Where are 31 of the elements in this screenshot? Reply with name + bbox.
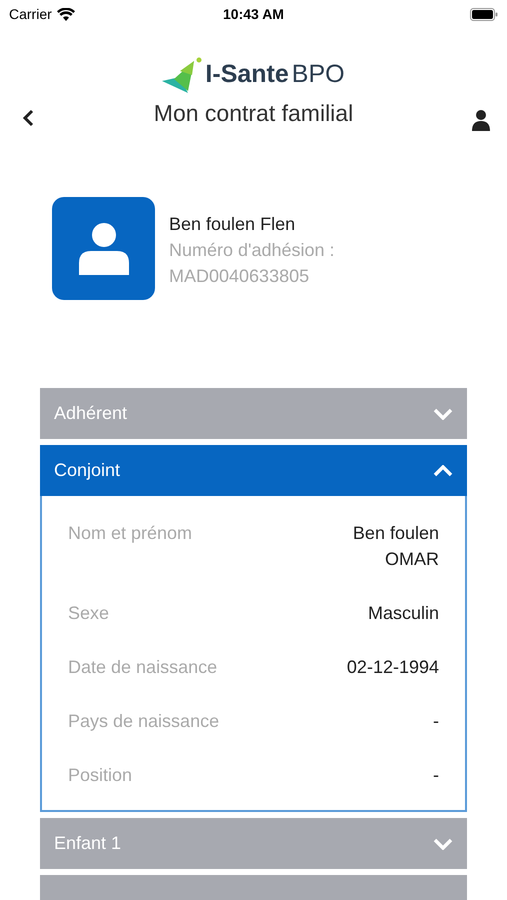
chevron-left-icon: [22, 109, 34, 127]
brand-suffix: BPO: [292, 59, 345, 90]
membership-number-label: Numéro d'adhésion :: [169, 239, 335, 262]
field-value: Masculin: [368, 602, 439, 625]
chevron-down-icon: [433, 838, 453, 850]
leaf-logo-icon: [162, 56, 202, 93]
section-header[interactable]: Adhérent: [40, 388, 467, 439]
section-header[interactable]: Conjoint: [40, 445, 467, 496]
wifi-icon: [56, 8, 75, 20]
field-label: Pays de naissance: [68, 710, 220, 733]
chevron-up-icon: [433, 464, 453, 476]
field-value: -: [433, 710, 439, 733]
membership-number: MAD0040633805: [169, 265, 310, 288]
battery-icon: [470, 8, 498, 20]
chevron-down-icon: [433, 408, 453, 420]
clock-text: 10:43 AM: [223, 4, 284, 24]
field-value: -: [433, 764, 439, 787]
field-label: Position: [68, 764, 132, 787]
page-title: Mon contrat familial: [154, 98, 354, 128]
field-label: Date de naissance: [68, 656, 218, 679]
field-label: Nom et prénom: [68, 522, 192, 545]
person-icon: [472, 109, 490, 131]
field-value: Ben foulen OMAR: [352, 522, 439, 571]
carrier-text: Carrier: [9, 4, 52, 24]
field-label: Sexe: [68, 602, 110, 625]
brand-name: I-Sante: [205, 59, 289, 90]
member-name: Ben foulen Flen: [169, 213, 296, 236]
field-value: 02-12-1994: [346, 656, 439, 679]
avatar-icon: [52, 197, 155, 300]
profile-button[interactable]: [471, 108, 491, 132]
section-header[interactable]: Enfant 1: [40, 818, 467, 869]
